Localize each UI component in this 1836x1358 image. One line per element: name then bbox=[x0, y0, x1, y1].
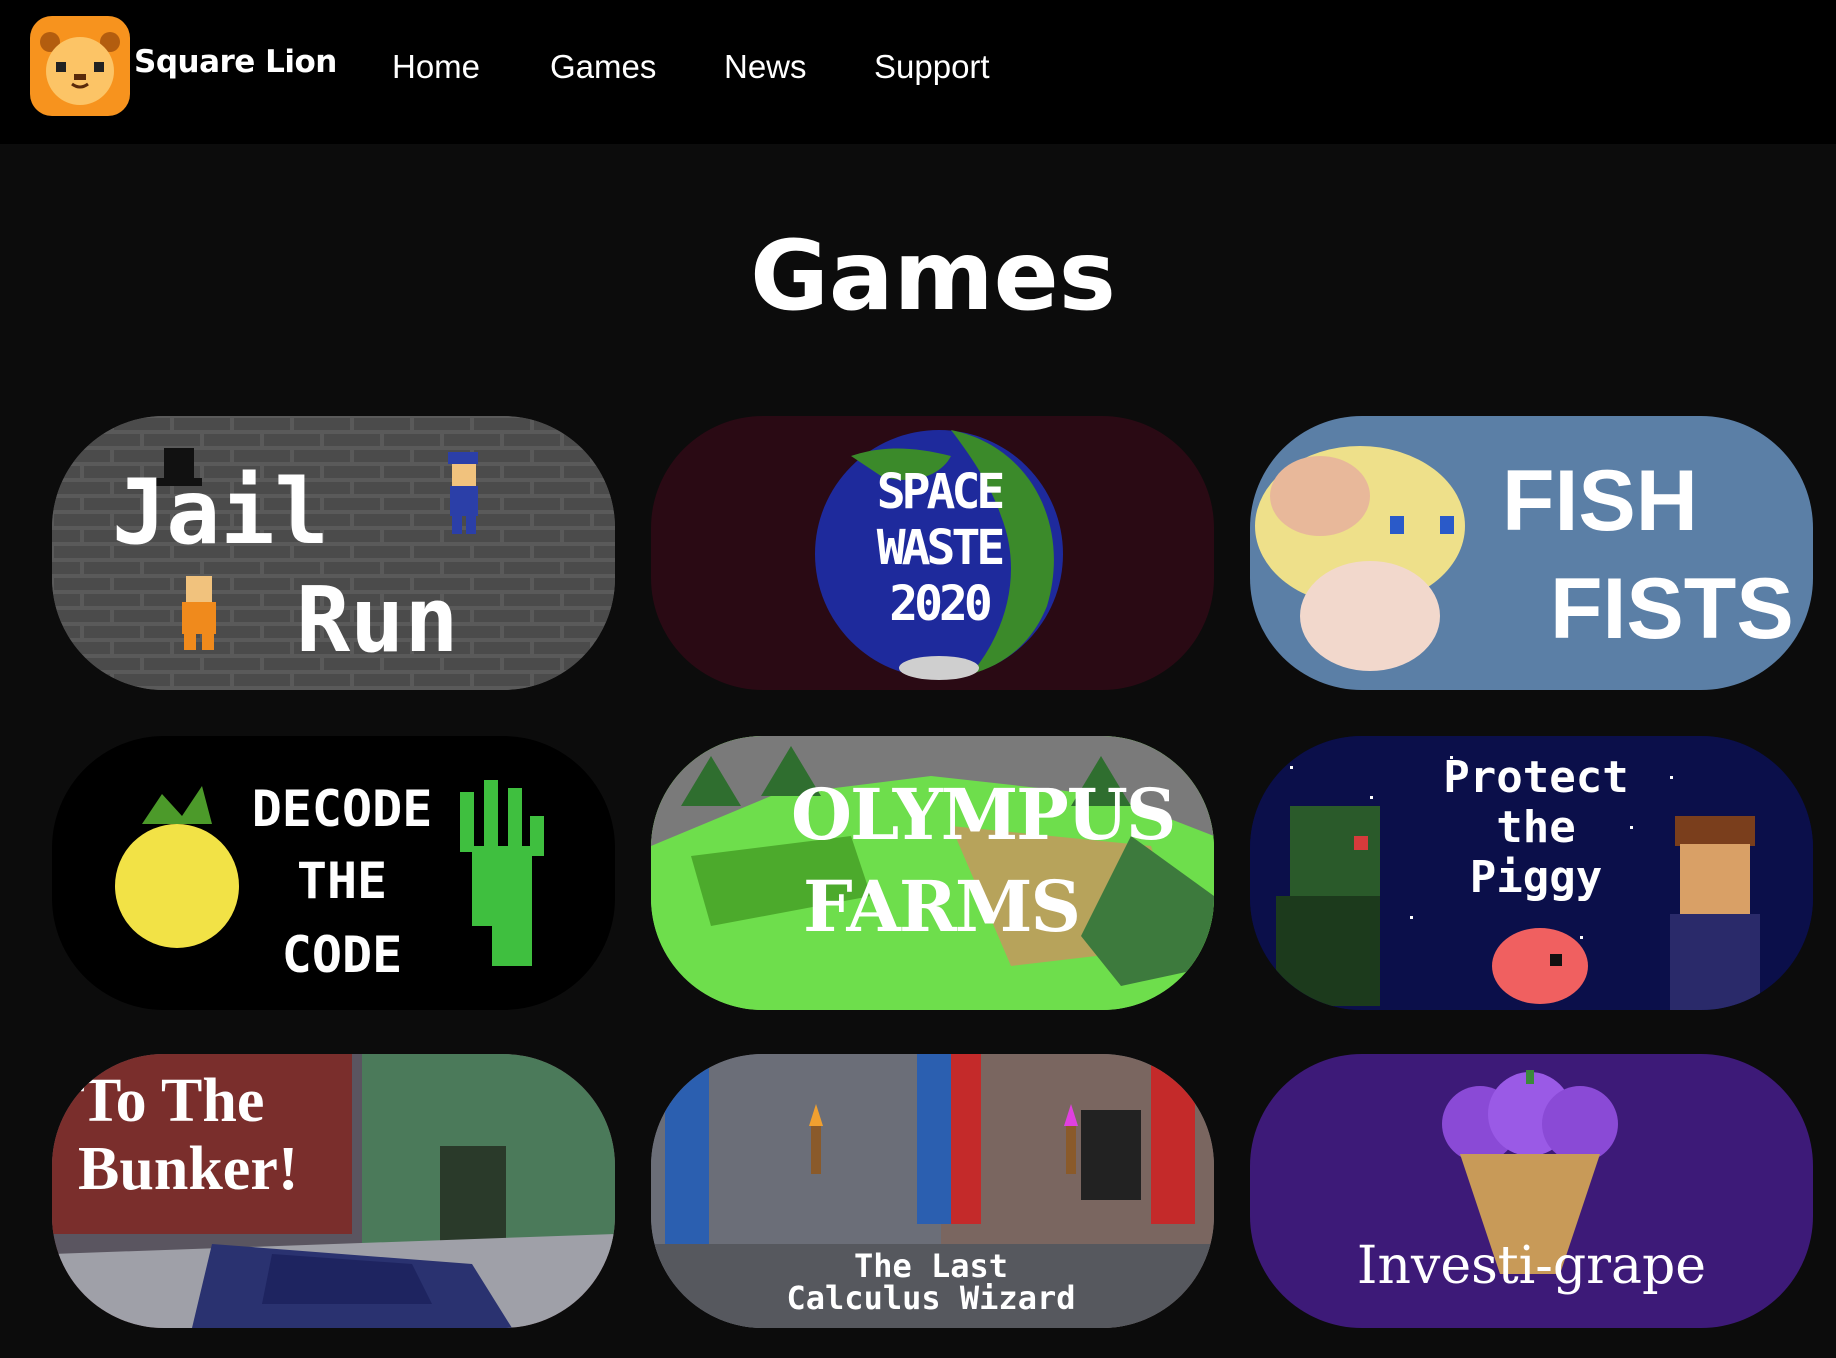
square-lion-logo-icon[interactable] bbox=[30, 16, 130, 116]
game-title-line1: To The bbox=[80, 1067, 265, 1135]
game-title-line2: Bunker! bbox=[78, 1135, 299, 1203]
pineapple-icon bbox=[115, 786, 239, 948]
game-title-line2: Calculus Wizard bbox=[786, 1279, 1076, 1317]
game-title: Investi-grape bbox=[1356, 1236, 1707, 1296]
game-card-fish-fists[interactable]: FISH FISTS bbox=[1250, 416, 1813, 690]
game-title-line2: Run bbox=[296, 568, 459, 673]
zombie-character-icon bbox=[1276, 806, 1380, 1006]
game-title-line1: Jail bbox=[112, 460, 329, 565]
game-title-line3: Piggy bbox=[1469, 852, 1603, 903]
game-title-line3: 2020 bbox=[889, 576, 993, 632]
game-title-line2: FISTS bbox=[1550, 561, 1794, 657]
nav-link-games[interactable]: Games bbox=[550, 48, 656, 86]
game-title-line1: FISH bbox=[1502, 453, 1698, 549]
brand-name[interactable]: Square Lion bbox=[134, 44, 337, 80]
game-title-line2: FARMS bbox=[802, 865, 1081, 948]
game-title-line1: Protect bbox=[1443, 752, 1629, 803]
game-title-line2: the bbox=[1496, 802, 1576, 853]
game-title-line1: SPACE bbox=[876, 464, 1006, 520]
page-title: Games bbox=[750, 220, 1116, 332]
game-card-decode-the-code[interactable]: DECODE THE CODE bbox=[52, 736, 615, 1010]
game-card-space-waste-2020[interactable]: SPACE WASTE 2020 bbox=[651, 416, 1214, 690]
nav-link-support[interactable]: Support bbox=[874, 48, 990, 86]
game-title-line2: WASTE bbox=[876, 520, 1006, 576]
game-card-jail-run[interactable]: Jail Run bbox=[52, 416, 615, 690]
zombie-hand-icon bbox=[460, 780, 544, 966]
piggy-icon bbox=[1492, 928, 1588, 1004]
game-card-investi-grape[interactable]: Investi-grape bbox=[1250, 1054, 1813, 1328]
game-title-line3: CODE bbox=[281, 926, 403, 984]
game-card-the-last-calculus-wizard[interactable]: The Last Calculus Wizard bbox=[651, 1054, 1214, 1328]
game-title-line1: OLYMPUS bbox=[791, 773, 1176, 856]
game-title-line1: The Last bbox=[853, 1247, 1009, 1285]
game-title-line1: DECODE bbox=[251, 780, 433, 838]
game-title-line2: THE bbox=[296, 852, 388, 910]
nav-link-news[interactable]: News bbox=[724, 48, 807, 86]
game-card-olympus-farms[interactable]: OLYMPUS FARMS bbox=[651, 736, 1214, 1010]
top-navbar: Square Lion Home Games News Support bbox=[0, 0, 1836, 144]
game-card-protect-the-piggy[interactable]: Protect the Piggy bbox=[1250, 736, 1813, 1010]
game-card-to-the-bunker[interactable]: To The Bunker! bbox=[52, 1054, 615, 1328]
nav-link-home[interactable]: Home bbox=[392, 48, 480, 86]
